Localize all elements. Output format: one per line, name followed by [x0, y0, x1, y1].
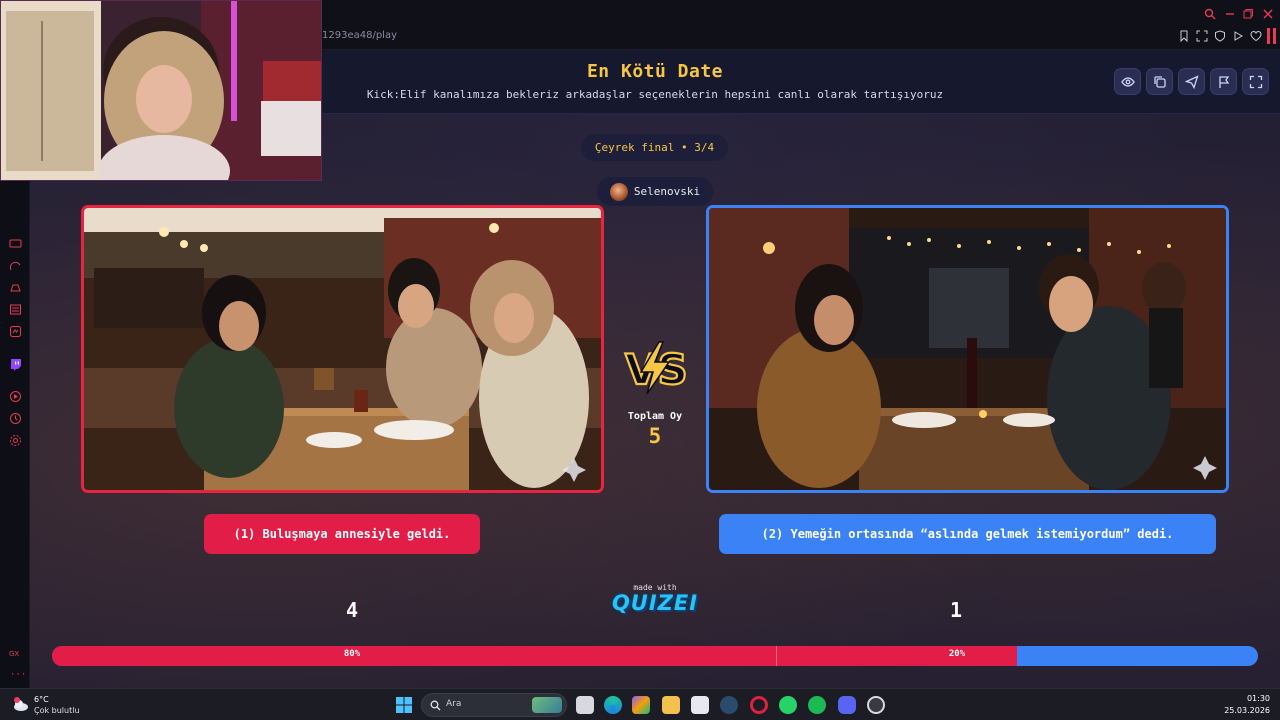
total-votes-value: 5 [648, 424, 662, 448]
cloud-icon[interactable] [12, 696, 30, 714]
option-card-right[interactable] [706, 205, 1229, 493]
windows-icon[interactable] [396, 697, 412, 713]
option-card-left[interactable] [81, 205, 604, 493]
progress-divider [776, 646, 777, 666]
weather-description[interactable]: Çok bulutlu [34, 706, 80, 715]
option-label-right[interactable]: (2) Yemeğin ortasında “aslında gelmek is… [719, 514, 1216, 554]
search-highlight-image [532, 697, 562, 713]
fullscreen-button[interactable] [1242, 68, 1269, 95]
task-view-icon[interactable] [576, 696, 594, 714]
vote-progress-bar: 80% 20% [52, 646, 1258, 666]
webcam-feed [1, 1, 321, 180]
taskbar-search[interactable]: Ara [421, 693, 567, 717]
vote-progress-left-fill [52, 646, 1017, 666]
news-icon[interactable] [9, 303, 22, 316]
heart-icon[interactable] [1250, 30, 1262, 42]
more-icon[interactable]: ··· [10, 670, 26, 680]
browser-sidebar: GX ··· [0, 182, 30, 688]
shield-icon[interactable] [1214, 30, 1226, 42]
avatar [609, 182, 628, 201]
settings-icon[interactable] [9, 434, 22, 447]
option-image-right [709, 208, 1226, 490]
sidebar-toggle[interactable] [1267, 28, 1270, 44]
history-icon[interactable] [9, 412, 22, 425]
copy-icon [1153, 75, 1166, 88]
gx-corner-icon[interactable] [9, 281, 22, 294]
spotify-icon[interactable] [808, 696, 826, 714]
sidebar-toggle-2[interactable] [1273, 28, 1276, 44]
search-icon [430, 700, 441, 711]
obs-icon[interactable] [867, 696, 885, 714]
search-icon[interactable] [1204, 8, 1216, 20]
option-label-left[interactable]: (1) Buluşmaya annesiyle geldi. [204, 514, 480, 554]
flag-icon [1218, 75, 1229, 88]
opera-gx-icon[interactable] [750, 696, 768, 714]
eye-icon [1120, 76, 1135, 87]
vote-percent-left: 80% [343, 649, 361, 659]
copy-button[interactable] [1146, 68, 1173, 95]
round-indicator: Çeyrek final • 3/4 [581, 134, 728, 161]
send-icon [1184, 74, 1199, 89]
edge-icon[interactable] [604, 696, 622, 714]
share-button[interactable] [1178, 68, 1205, 95]
search-placeholder: Ara [446, 699, 462, 709]
quizei-logo[interactable]: QUIZEI [598, 591, 712, 615]
minimize-icon[interactable] [1224, 8, 1236, 20]
messenger-icon[interactable] [9, 325, 22, 338]
clock-time[interactable]: 01:30 [1230, 694, 1270, 703]
vote-count-right: 1 [949, 598, 963, 622]
play-icon[interactable] [1232, 30, 1244, 42]
snapshot-icon[interactable] [1196, 30, 1208, 42]
gx-label: GX [9, 650, 20, 658]
webcam-overlay [0, 0, 322, 181]
discord-icon[interactable] [838, 696, 856, 714]
gx-control-icon[interactable] [9, 237, 22, 250]
player-icon[interactable] [9, 390, 22, 403]
total-votes-label: Toplam Oy [627, 411, 683, 422]
twitch-icon[interactable] [9, 358, 22, 371]
whatsapp-icon[interactable] [779, 696, 797, 714]
restore-icon[interactable] [1242, 8, 1254, 20]
steam-icon[interactable] [720, 696, 738, 714]
file-explorer-icon[interactable] [662, 696, 680, 714]
copilot-icon[interactable] [632, 696, 650, 714]
option-image-left [84, 208, 601, 490]
author-name: Selenovski [633, 185, 701, 198]
windows-taskbar: 6°C Çok bulutlu Ara 01:30 25.03.2026 [0, 688, 1280, 720]
view-button[interactable] [1114, 68, 1141, 95]
clock-date[interactable]: 25.03.2026 [1216, 706, 1270, 715]
vote-percent-right: 20% [948, 649, 966, 659]
bookmark-icon[interactable] [1178, 30, 1190, 42]
store-icon[interactable] [691, 696, 709, 714]
author-badge[interactable]: Selenovski [597, 177, 713, 206]
vote-count-left: 4 [345, 598, 359, 622]
address-bar[interactable]: 1293ea48/play [322, 30, 397, 41]
vs-lightning-icon: VS [624, 341, 689, 395]
weather-temperature[interactable]: 6°C [34, 695, 49, 704]
close-icon[interactable] [1262, 8, 1274, 20]
report-button[interactable] [1210, 68, 1237, 95]
gx-cleaner-icon[interactable] [9, 259, 22, 272]
fullscreen-icon [1249, 75, 1262, 88]
